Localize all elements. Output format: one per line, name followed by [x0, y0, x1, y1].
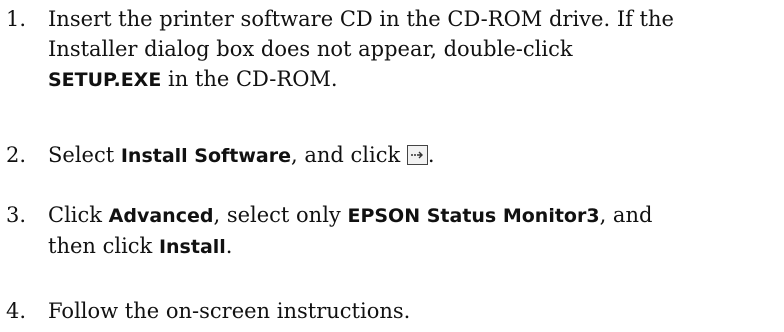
- bold-term: SETUP.EXE: [48, 69, 162, 91]
- step-text-span: Select: [48, 143, 121, 167]
- step-text-span: then click: [48, 234, 159, 258]
- next-button: [406, 145, 428, 165]
- step-text-span: .: [427, 143, 435, 167]
- step-line: Installer dialog box does not appear, do…: [48, 37, 573, 61]
- step-text: Follow the on-screen instructions.: [48, 299, 411, 323]
- step-text-span: , select only: [213, 203, 348, 227]
- arrow-right-icon: [410, 151, 423, 159]
- step-number: 3.: [6, 203, 27, 227]
- bold-term: Install: [158, 236, 226, 258]
- step-text-span: .: [225, 234, 233, 258]
- step-text: Select Install Software, and click .: [48, 140, 784, 171]
- bold-term: EPSON Status Monitor3: [347, 205, 600, 227]
- step-number: 2.: [6, 143, 27, 167]
- step-number: 1.: [6, 7, 27, 31]
- step-text-span: in the CD-ROM.: [161, 67, 338, 91]
- step-line: SETUP.EXE in the CD-ROM.: [48, 64, 784, 95]
- step-text-span: , and click: [291, 143, 407, 167]
- step-text-span: Click: [48, 203, 109, 227]
- step-line: Click Advanced, select only EPSON Status…: [48, 200, 784, 231]
- step-text: Insert the printer software CD in the CD…: [48, 4, 784, 95]
- bold-term: Advanced: [108, 205, 214, 227]
- bold-term: Install Software: [120, 145, 292, 167]
- step-text: Click Advanced, select only EPSON Status…: [48, 200, 784, 262]
- step-text-span: , and: [599, 203, 653, 227]
- step-number: 4.: [6, 299, 27, 323]
- step-line: Insert the printer software CD in the CD…: [48, 7, 674, 31]
- step-line: then click Install.: [48, 231, 784, 262]
